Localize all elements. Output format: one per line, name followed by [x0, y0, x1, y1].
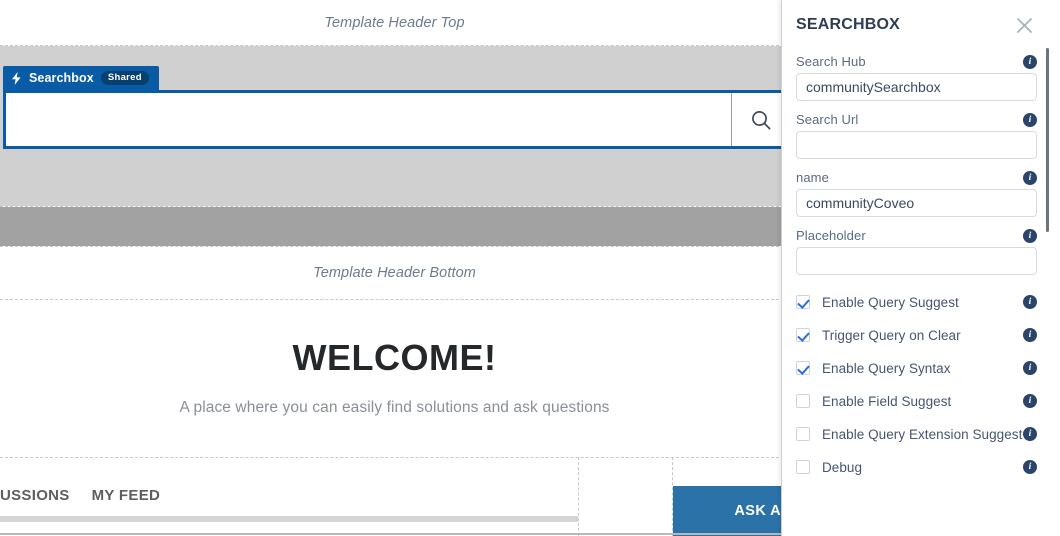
checkbox-list: Enable Query Suggest i Trigger Query on …: [796, 291, 1037, 478]
page-title: WELCOME!: [292, 337, 497, 378]
checkbox-label: Enable Query Suggest: [822, 294, 959, 310]
info-icon[interactable]: i: [1023, 394, 1037, 408]
checkbox-row-enable-query-suggest[interactable]: Enable Query Suggest i: [796, 291, 1037, 313]
nav-item-my-feed[interactable]: MY FEED: [92, 487, 161, 504]
info-icon[interactable]: i: [1023, 170, 1037, 185]
nav-item-discussions[interactable]: USSIONS: [0, 487, 70, 504]
template-header-top-band: Template Header Top: [0, 0, 789, 45]
panel-scrollbar[interactable]: [1046, 0, 1056, 536]
info-icon[interactable]: i: [1023, 361, 1037, 375]
column-guide-left: [578, 457, 579, 536]
field-name: name i: [796, 170, 1037, 217]
checkbox-enable-query-suggest[interactable]: [796, 295, 810, 309]
checkbox-label: Trigger Query on Clear: [822, 327, 961, 343]
shared-badge: Shared: [100, 70, 149, 86]
field-label-row: Search Hub i: [796, 54, 1037, 69]
field-label-name: name: [796, 170, 829, 185]
search-hub-input[interactable]: [796, 73, 1037, 101]
page-builder-screen: Template Header Top Searchbox Shared Tem…: [0, 0, 1060, 536]
field-label-search-url: Search Url: [796, 112, 859, 127]
field-label-row: Search Url i: [796, 112, 1037, 127]
template-header-bottom-label: Template Header Bottom: [313, 265, 476, 281]
info-icon[interactable]: i: [1023, 54, 1037, 69]
property-panel: SEARCHBOX Search Hub i S: [781, 0, 1060, 536]
checkbox-row-trigger-query-on-clear[interactable]: Trigger Query on Clear i: [796, 324, 1037, 346]
field-label-placeholder: Placeholder: [796, 228, 866, 243]
search-url-input[interactable]: [796, 131, 1037, 159]
field-search-hub: Search Hub i: [796, 54, 1037, 101]
component-tab[interactable]: Searchbox Shared: [3, 66, 159, 90]
searchbox-component[interactable]: Searchbox Shared: [3, 66, 789, 149]
checkbox-row-enable-field-suggest[interactable]: Enable Field Suggest i: [796, 390, 1037, 412]
placeholder-input[interactable]: [796, 247, 1037, 275]
checkbox-label: Enable Field Suggest: [822, 393, 952, 409]
checkbox-row-enable-query-extension-suggest[interactable]: Enable Query Extension Suggest i: [796, 423, 1037, 445]
bottom-nav: USSIONS MY FEED: [0, 487, 160, 504]
field-label-search-hub: Search Hub: [796, 54, 866, 69]
field-placeholder: Placeholder i: [796, 228, 1037, 275]
close-icon[interactable]: [1013, 14, 1035, 36]
info-icon[interactable]: i: [1023, 295, 1037, 309]
info-icon[interactable]: i: [1023, 460, 1037, 474]
field-search-url: Search Url i: [796, 112, 1037, 159]
property-panel-title: SEARCHBOX: [796, 16, 901, 33]
info-icon[interactable]: i: [1023, 228, 1037, 243]
property-panel-header: SEARCHBOX: [796, 14, 1037, 36]
welcome-block: WELCOME! A place where you can easily fi…: [0, 300, 789, 417]
search-icon: [750, 109, 772, 131]
searchbox-body: [3, 90, 789, 149]
checkbox-trigger-query-on-clear[interactable]: [796, 328, 810, 342]
checkbox-debug[interactable]: [796, 460, 810, 474]
template-header-top-label: Template Header Top: [324, 14, 465, 31]
name-input[interactable]: [796, 189, 1037, 217]
checkbox-label: Enable Query Syntax: [822, 360, 951, 376]
checkbox-enable-query-syntax[interactable]: [796, 361, 810, 375]
page-canvas: Template Header Top Searchbox Shared Tem…: [0, 0, 789, 536]
template-header-bottom-band: Template Header Bottom: [0, 247, 789, 299]
panel-scrollbar-thumb[interactable]: [1046, 48, 1049, 232]
secondary-header-band: [0, 207, 789, 246]
canvas-bottom-rule: [0, 533, 789, 535]
nav-underline: [0, 516, 578, 522]
ask-a-question-button[interactable]: ASK A: [673, 486, 789, 536]
checkbox-row-enable-query-syntax[interactable]: Enable Query Syntax i: [796, 357, 1037, 379]
info-icon[interactable]: i: [1023, 112, 1037, 127]
info-icon[interactable]: i: [1023, 427, 1037, 441]
checkbox-label: Debug: [822, 459, 863, 475]
checkbox-label: Enable Query Extension Suggest: [822, 426, 1023, 442]
searchbox-input[interactable]: [6, 93, 731, 146]
component-tab-label: Searchbox: [29, 71, 94, 85]
page-subtitle: A place where you can easily find soluti…: [179, 399, 610, 416]
property-panel-content: SEARCHBOX Search Hub i S: [782, 0, 1060, 536]
info-icon[interactable]: i: [1023, 328, 1037, 342]
checkbox-row-debug[interactable]: Debug i: [796, 456, 1037, 478]
field-label-row: name i: [796, 170, 1037, 185]
checkbox-enable-query-extension-suggest[interactable]: [796, 427, 810, 441]
field-label-row: Placeholder i: [796, 228, 1037, 243]
lightning-bolt-icon: [11, 71, 22, 85]
canvas-divider-5: [0, 457, 789, 458]
checkbox-enable-field-suggest[interactable]: [796, 394, 810, 408]
